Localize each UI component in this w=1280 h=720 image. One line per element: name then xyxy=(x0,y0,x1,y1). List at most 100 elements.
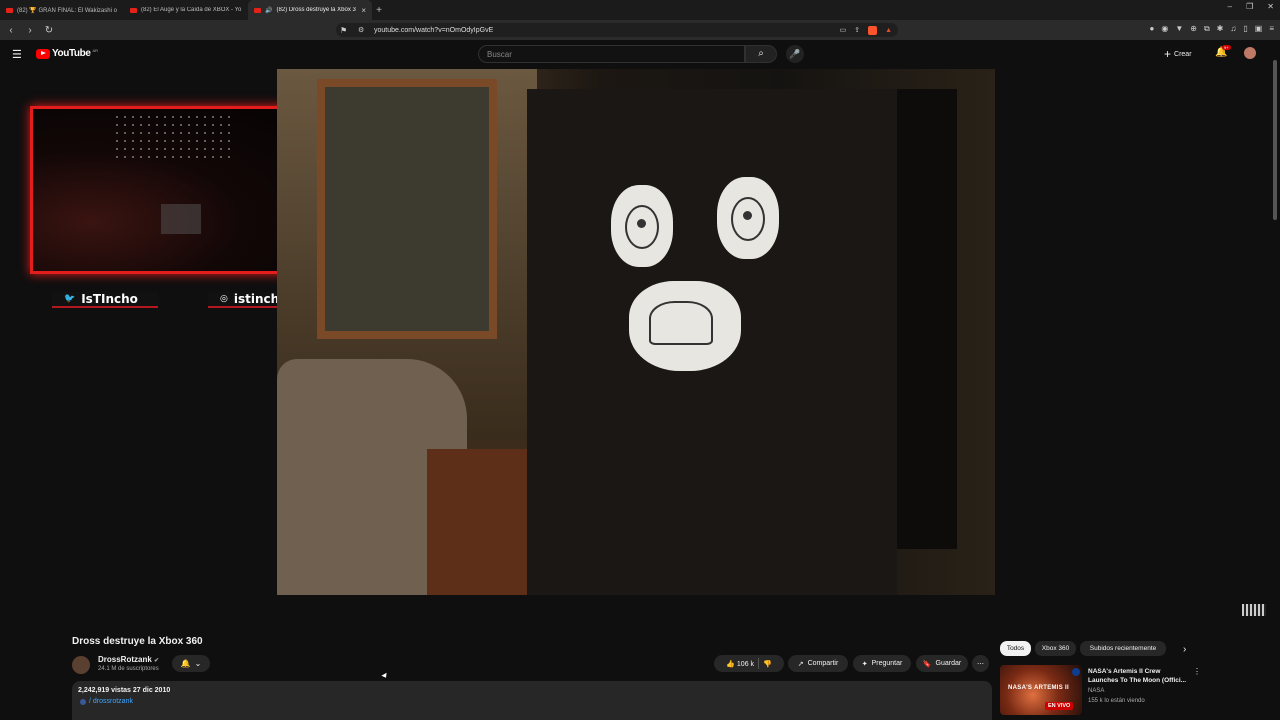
dislike-button[interactable]: 👎 xyxy=(763,660,772,668)
more-actions-button[interactable]: ⋯ xyxy=(972,655,989,672)
instagram-icon: ◎ xyxy=(220,294,228,304)
filter-icon[interactable]: ▼ xyxy=(1175,24,1183,34)
minimize-button[interactable]: – xyxy=(1228,2,1232,11)
description-link[interactable]: / drossrotzank xyxy=(80,698,133,705)
thumbs-down-icon: 👎 xyxy=(763,660,772,668)
recommended-channel[interactable]: NASA xyxy=(1088,688,1104,694)
chevron-right-icon[interactable]: › xyxy=(1183,644,1186,655)
youtube-favicon-icon xyxy=(254,7,261,13)
close-window-button[interactable]: ✕ xyxy=(1267,2,1274,11)
country-code: AR xyxy=(92,48,99,53)
audio-playing-icon[interactable]: 🔊 xyxy=(265,7,272,14)
wallet-icon[interactable]: ▣ xyxy=(1255,24,1263,34)
screen: (82) 🏆 GRAN FINAL: El Wakizashi o (82) E… xyxy=(0,0,1280,720)
microphone-icon: 🎤 xyxy=(789,49,801,59)
description-handle: / drossrotzank xyxy=(89,698,133,705)
new-tab-button[interactable]: + xyxy=(372,5,386,16)
tab-title: (82) El Auge y la Caída de XBOX - Yo xyxy=(141,7,242,13)
bookmark-icon: 🔖 xyxy=(922,660,932,668)
save-label: Guardar xyxy=(935,660,962,667)
channel-name-text: DrossRotzank xyxy=(98,655,152,664)
extension-icon[interactable]: ● xyxy=(1149,24,1154,34)
bookmark-icon[interactable]: ⚑ xyxy=(340,26,347,35)
menu-icon[interactable]: ≡ xyxy=(1269,24,1274,34)
url-text[interactable]: youtube.com/watch?v=nOmOdyIpGvE xyxy=(374,27,493,34)
youtube-logo[interactable]: YouTube AR xyxy=(36,48,98,59)
youtube-favicon-icon xyxy=(130,7,137,13)
rewards-icon[interactable]: ▲ xyxy=(885,27,892,34)
media-icon[interactable]: ♫ xyxy=(1230,24,1236,34)
voice-search-button[interactable]: 🎤 xyxy=(786,45,804,63)
chip-recent[interactable]: Subidos recientemente xyxy=(1080,641,1166,656)
paper-eye-left xyxy=(611,185,673,267)
youtube-play-icon xyxy=(36,48,50,59)
search-button[interactable]: ⌕ xyxy=(745,45,777,63)
extension-icon[interactable]: ⊕ xyxy=(1190,24,1197,34)
ceiling-lights xyxy=(113,113,233,163)
like-count: 106 k xyxy=(736,660,755,668)
thumbnail-text: NASA'S ARTEMIS II xyxy=(1008,685,1069,691)
browser-tab-strip: (82) 🏆 GRAN FINAL: El Wakizashi o (82) E… xyxy=(0,0,1280,20)
views-and-date: 2,242,919 vistas 27 dic 2010 xyxy=(78,687,171,694)
search-placeholder: Buscar xyxy=(487,50,512,59)
create-button[interactable]: + Crear xyxy=(1164,47,1192,61)
subscription-bell-button[interactable]: 🔔 ⌄ xyxy=(172,655,210,672)
more-options-icon[interactable]: ⋮ xyxy=(1193,667,1201,676)
qr-code-icon xyxy=(1242,604,1266,616)
brave-shield-icon[interactable] xyxy=(868,25,878,35)
background-window xyxy=(161,204,201,234)
chip-xbox-360[interactable]: Xbox 360 xyxy=(1035,641,1076,656)
verified-icon: ✔ xyxy=(154,658,160,664)
nasa-logo-icon xyxy=(1072,668,1080,676)
twitter-handle-badge: 🐦 IsTIncho xyxy=(52,292,158,308)
browser-toolbar: ‹ › ↻ ⚑ ⚙ youtube.com/watch?v=nOmOdyIpGv… xyxy=(0,20,1280,40)
share-label: Compartir xyxy=(807,660,839,667)
create-label: Crear xyxy=(1174,50,1192,58)
share-button[interactable]: ↗ Compartir xyxy=(788,655,848,672)
channel-name[interactable]: DrossRotzank ✔ xyxy=(98,655,159,664)
description-box[interactable]: 2,242,919 vistas 27 dic 2010 / drossrotz… xyxy=(72,681,992,720)
site-info-icon[interactable]: ⚙ xyxy=(358,26,364,34)
video-scene-speaker xyxy=(897,89,957,549)
share-page-icon[interactable]: ⇪ xyxy=(854,26,860,34)
twitter-handle: IsTIncho xyxy=(81,292,138,306)
extension-icon[interactable]: ⧉ xyxy=(1204,24,1210,34)
reload-icon[interactable]: ↻ xyxy=(41,25,57,36)
address-bar[interactable]: ⚑ ⚙ youtube.com/watch?v=nOmOdyIpGvE ▭ ⇪ … xyxy=(336,23,898,37)
paper-mouth xyxy=(629,281,741,371)
save-button[interactable]: 🔖 Guardar xyxy=(916,655,968,672)
hamburger-menu-icon[interactable]: ☰ xyxy=(12,48,22,61)
browser-tab-2[interactable]: (82) El Auge y la Caída de XBOX - Yo xyxy=(124,0,248,20)
channel-avatar[interactable] xyxy=(72,656,90,674)
share-icon: ↗ xyxy=(797,660,804,668)
recommended-title[interactable]: NASA's Artemis II Crew Launches To The M… xyxy=(1088,667,1188,685)
more-icon: ⋯ xyxy=(977,660,984,668)
chevron-down-icon: ⌄ xyxy=(194,659,202,668)
browser-tab-1[interactable]: (82) 🏆 GRAN FINAL: El Wakizashi o xyxy=(0,0,124,20)
search-icon: ⌕ xyxy=(758,48,764,59)
account-avatar[interactable] xyxy=(1244,47,1256,59)
search-input[interactable]: Buscar xyxy=(478,45,745,63)
close-tab-icon[interactable]: × xyxy=(361,6,366,15)
like-button[interactable]: 👍 106 k xyxy=(726,660,754,668)
browser-tab-3[interactable]: 🔊 (82) Dross destruye la Xbox 3 × xyxy=(248,0,372,20)
facebook-icon xyxy=(80,698,86,705)
cast-icon[interactable]: ▭ xyxy=(840,26,847,34)
ask-button[interactable]: ✦ Preguntar xyxy=(853,655,911,672)
chip-todos[interactable]: Todos xyxy=(1000,641,1031,656)
restore-button[interactable]: ❐ xyxy=(1246,2,1253,11)
page-scrollbar[interactable] xyxy=(1273,60,1277,220)
puzzle-icon[interactable]: ✱ xyxy=(1217,24,1224,34)
ask-label: Preguntar xyxy=(871,660,903,667)
forward-icon[interactable]: › xyxy=(22,25,38,36)
logo-text: YouTube xyxy=(52,48,91,59)
sidebar-icon[interactable]: ▯ xyxy=(1243,24,1247,34)
extension-icon[interactable]: ◉ xyxy=(1161,24,1168,34)
live-badge: EN VIVO xyxy=(1045,702,1074,710)
video-player[interactable] xyxy=(277,69,995,595)
plus-icon: + xyxy=(1164,47,1172,61)
like-dislike-group: 👍 106 k 👎 xyxy=(714,655,784,672)
recommended-video[interactable]: NASA'S ARTEMIS II EN VIVO NASA's Artemis… xyxy=(1000,665,1270,717)
video-scene-window xyxy=(317,79,497,339)
back-icon[interactable]: ‹ xyxy=(3,25,19,36)
